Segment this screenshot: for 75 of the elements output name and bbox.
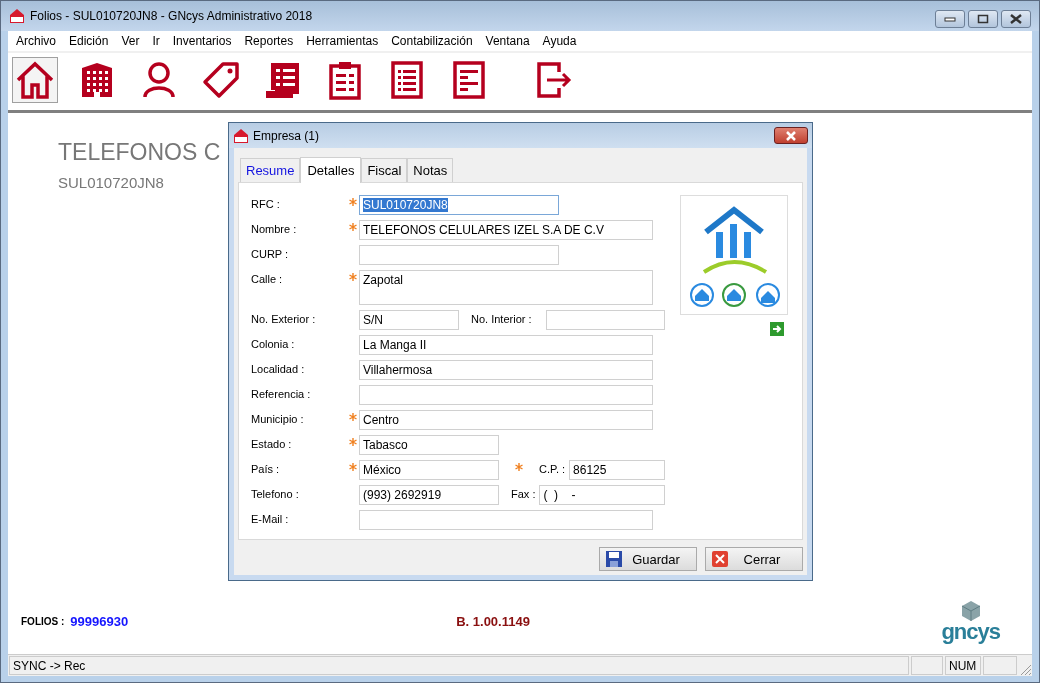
menu-item[interactable]: Ventana [485,34,530,48]
field-label: No. Exterior : [251,312,317,325]
close-button[interactable] [1001,10,1031,28]
field-label: Localidad : [251,362,306,375]
text-field[interactable]: S/N [359,310,459,330]
dialog-title: Empresa (1) [253,128,320,143]
menu-item[interactable]: Contabilización [391,34,473,48]
menu-item[interactable]: Ir [152,34,160,48]
field-label: Estado : [251,437,293,450]
save-button[interactable]: Guardar [599,547,697,571]
resize-grip-icon [1018,662,1032,676]
menu-item[interactable]: Reportes [244,34,294,48]
tab[interactable]: Detalles [300,157,362,183]
toolbar-button[interactable] [12,57,58,103]
close-icon [1009,14,1023,24]
tag-icon [201,60,241,100]
field-label: Fax : [511,487,537,500]
company-name-heading: TELEFONOS C [58,139,222,166]
text-field[interactable] [545,310,665,330]
tab[interactable]: Resume [240,158,301,182]
tab[interactable]: Fiscal [361,158,408,182]
maximize-button[interactable] [968,10,998,28]
field-label: RFC : [251,197,281,210]
field-label: Nombre : [251,222,298,235]
text-field[interactable] [359,510,653,530]
text-field[interactable]: Centro [359,410,653,430]
menu-item[interactable]: Ver [121,34,140,48]
minimize-icon [944,16,956,22]
text-field[interactable]: (993) 2692919 [359,485,499,505]
text-field[interactable]: Villahermosa [359,360,653,380]
text-field[interactable]: Tabasco [359,435,499,455]
rfc-subheading: SUL010720JN8 [58,174,165,191]
folios-count: 99996930 [70,613,129,629]
num-lock-indicator: NUM [945,656,981,675]
field-label: Telefono : [251,487,300,500]
close-dialog-button[interactable]: Cerrar [705,547,803,571]
menu-item[interactable]: Inventarios [172,34,232,48]
field-label: C.P. : [539,462,567,475]
close-icon [784,130,798,141]
text-field[interactable]: Zapotal [359,270,653,305]
menu-item[interactable]: Archivo [16,34,56,48]
field-label: Calle : [251,272,284,285]
home-icon [15,60,55,100]
close-icon [712,551,728,567]
field-label: Municipio : [251,412,305,425]
menu-item[interactable]: Ayuda [542,34,577,48]
text-field[interactable]: ( ) - [539,485,665,505]
text-field[interactable]: La Manga II [359,335,653,355]
next-arrow-button[interactable] [770,322,784,336]
field-label: No. Interior : [471,312,533,325]
field-label: Referencia : [251,387,312,400]
text-field[interactable]: 86125 [569,460,665,480]
tab[interactable]: Notas [407,158,454,182]
field-label: CURP : [251,247,290,260]
text-field[interactable]: SUL010720JN8 [359,195,559,215]
text-field[interactable]: TELEFONOS CELULARES IZEL S.A DE C.V [359,220,653,240]
field-label: País : [251,462,281,475]
arrow-right-icon [770,322,784,336]
cube-icon [960,600,981,622]
app-icon [233,127,249,144]
status-text: SYNC -> Rec [9,656,909,675]
menu-item[interactable]: Edición [69,34,109,48]
text-field[interactable] [359,245,559,265]
text-field[interactable] [359,385,653,405]
folios-label: FOLIOS : [21,615,65,627]
logo-wordmark: gncys [941,622,1000,642]
maximize-icon [977,14,989,24]
field-label: E-Mail : [251,512,290,525]
menu-item[interactable]: Herramientas [306,34,379,48]
field-label: Colonia : [251,337,296,350]
build-version: B. 1.00.1149 [456,613,530,629]
text-field[interactable]: México [359,460,499,480]
app-icon [9,8,25,24]
close-button[interactable] [774,127,808,144]
window-title: Folios - SUL010720JN8 - GNcys Administrativo 2018 [30,9,313,23]
